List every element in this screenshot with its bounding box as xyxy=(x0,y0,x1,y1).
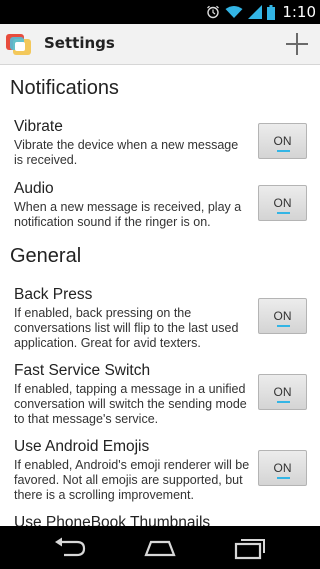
status-icons: 1:10 xyxy=(206,0,316,24)
toggle-indicator xyxy=(277,150,290,152)
toggle-indicator xyxy=(277,325,290,327)
toggle-indicator xyxy=(277,477,290,479)
toggle-label: ON xyxy=(273,385,292,399)
home-icon[interactable] xyxy=(142,536,178,560)
toggle-label: ON xyxy=(273,134,292,148)
pref-summary: If enabled, Android's emoji renderer wil… xyxy=(14,458,250,502)
section-header-general: General xyxy=(10,245,82,267)
battery-icon xyxy=(267,4,276,20)
back-press-toggle[interactable]: ON xyxy=(258,298,307,334)
back-icon[interactable] xyxy=(52,536,88,560)
toggle-indicator xyxy=(277,212,290,214)
toggle-indicator xyxy=(277,401,290,403)
alarm-icon xyxy=(207,5,220,19)
pref-summary: If enabled, tapping a message in a unifi… xyxy=(14,382,247,426)
pref-summary: Vibrate the device when a new message is… xyxy=(14,138,239,167)
toggle-label: ON xyxy=(273,461,292,475)
settings-list[interactable]: Notifications Vibrate Vibrate the device… xyxy=(0,66,320,526)
use-android-emojis-toggle[interactable]: ON xyxy=(258,450,307,486)
page-title: Settings xyxy=(44,34,115,52)
audio-toggle[interactable]: ON xyxy=(258,185,307,221)
navigation-bar xyxy=(0,526,320,569)
status-time: 1:10 xyxy=(282,3,316,21)
pref-title: Use PhoneBook Thumbnails xyxy=(14,514,211,526)
pref-summary: If enabled, back pressing on the convers… xyxy=(14,306,239,350)
recent-apps-icon[interactable] xyxy=(232,536,268,560)
wifi-icon xyxy=(225,6,243,18)
pref-summary: When a new message is received, play a n… xyxy=(14,200,242,229)
fast-service-switch-toggle[interactable]: ON xyxy=(258,374,307,410)
section-header-notifications: Notifications xyxy=(10,77,119,99)
toggle-label: ON xyxy=(273,309,292,323)
pref-use-phonebook-thumbnails[interactable]: Use PhoneBook Thumbnails xyxy=(14,514,320,526)
action-bar: Settings xyxy=(0,24,320,65)
app-logo-icon[interactable] xyxy=(5,31,33,59)
plus-icon[interactable] xyxy=(282,29,312,59)
toggle-label: ON xyxy=(273,196,292,210)
status-bar: 1:10 xyxy=(0,0,320,24)
signal-icon xyxy=(248,5,263,19)
vibrate-toggle[interactable]: ON xyxy=(258,123,307,159)
